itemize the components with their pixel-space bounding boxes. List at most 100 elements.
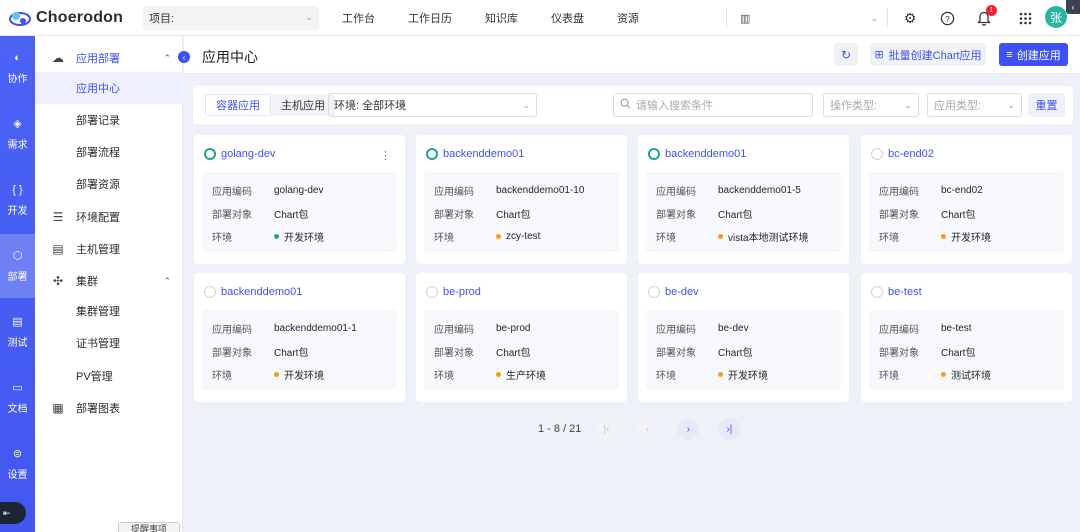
- nav-knowledge[interactable]: 知识库: [485, 10, 518, 26]
- first-page-button[interactable]: |‹: [595, 418, 618, 440]
- app-code: be-dev: [718, 323, 749, 334]
- detail-row-target: 部署对象 Chart包: [656, 344, 752, 359]
- app-card[interactable]: backenddemo01 应用编码 backenddemo01-10 部署对象 Cha…: [416, 135, 627, 264]
- app-card-title[interactable]: bc-end02: [871, 148, 934, 160]
- menu-item-deploy-pipeline[interactable]: 部署流程: [35, 136, 183, 168]
- app-card[interactable]: backenddemo01 应用编码 backenddemo01-1 部署对象 Char…: [194, 273, 405, 402]
- env-status-dot: [274, 234, 279, 239]
- search-input[interactable]: 请输入搜索条件: [613, 93, 813, 117]
- rail-collapse-toggle[interactable]: ⇤: [0, 502, 26, 524]
- app-card-title[interactable]: be-prod: [426, 286, 481, 298]
- app-card-details: 应用编码 backenddemo01-1 部署对象 Chart包 环境 开发环境: [202, 310, 397, 390]
- reminders-tab[interactable]: 提醒事项: [118, 522, 180, 532]
- gear-icon[interactable]: ⚙: [901, 9, 919, 27]
- refresh-icon: ↻: [840, 47, 852, 62]
- menu-item-app-center[interactable]: 应用中心: [35, 72, 183, 104]
- menu-item-pv-mgmt[interactable]: PV管理: [35, 360, 183, 392]
- menu-group-cluster[interactable]: ✣ 集群 ⌃: [35, 265, 183, 297]
- next-page-button[interactable]: ›: [677, 418, 700, 440]
- detail-row-code: 应用编码 be-prod: [434, 321, 530, 336]
- batch-create-label: 批量创建Chart应用: [888, 49, 982, 62]
- avatar[interactable]: 张: [1045, 6, 1067, 28]
- environment-name: 测试环境: [951, 371, 991, 382]
- menu-item-deploy-resources[interactable]: 部署资源: [35, 168, 183, 200]
- project-select[interactable]: 项目: ⌄: [143, 5, 319, 30]
- tab-container-apps[interactable]: 容器应用: [205, 94, 271, 116]
- environment-value: 开发环境: [274, 229, 324, 244]
- environment-name: 开发环境: [951, 233, 991, 244]
- app-card[interactable]: be-prod 应用编码 be-prod 部署对象 Chart包 环境 生产环境: [416, 273, 627, 402]
- chevron-left-icon[interactable]: ‹: [1066, 0, 1080, 14]
- nav-dashboard[interactable]: 仪表盘: [551, 10, 584, 26]
- pagination: 1 - 8 / 21 |‹ ‹ › ›|: [538, 418, 759, 440]
- secondary-menu: ☁ 应用部署 ⌃ 应用中心 部署记录 部署流程 部署资源 ☰ 环境配置 ▤ 主机…: [35, 36, 183, 532]
- environment-value: 开发环境: [718, 367, 768, 382]
- deploy-target: Chart包: [941, 210, 976, 221]
- help-icon[interactable]: ?: [938, 9, 956, 27]
- pagination-range: 1 - 8 / 21: [538, 423, 582, 435]
- app-card[interactable]: be-test 应用编码 be-test 部署对象 Chart包 环境 测试环境: [861, 273, 1072, 402]
- nav-resources[interactable]: 资源: [617, 10, 639, 26]
- app-name: be-test: [888, 286, 922, 298]
- app-card-title[interactable]: golang-dev: [204, 148, 275, 160]
- divider: [887, 8, 888, 28]
- menu-group-app-deploy[interactable]: ☁ 应用部署 ⌃: [35, 42, 183, 74]
- app-card-title[interactable]: be-dev: [648, 286, 699, 298]
- rail-item-test[interactable]: ▤ 测试: [0, 300, 35, 364]
- prev-page-button[interactable]: ‹: [636, 418, 659, 440]
- apps-grid-icon[interactable]: [1016, 9, 1034, 27]
- menu-item-env-config[interactable]: ☰ 环境配置: [35, 201, 183, 233]
- environment-name: 开发环境: [284, 233, 324, 244]
- status-ring-icon: [204, 148, 216, 160]
- batch-create-chart-button[interactable]: ⊞ 批量创建Chart应用: [870, 43, 986, 66]
- app-card[interactable]: backenddemo01 应用编码 backenddemo01-5 部署对象 Char…: [638, 135, 849, 264]
- menu-item-deploy-chart[interactable]: ▦ 部署图表: [35, 392, 183, 424]
- rail-item-deploy[interactable]: ⬡ 部署: [0, 234, 35, 298]
- menu-item-cert-mgmt[interactable]: 证书管理: [35, 327, 183, 359]
- rail-label: 需求: [7, 140, 28, 151]
- menu-item-host-mgmt[interactable]: ▤ 主机管理: [35, 233, 183, 265]
- detail-label: 部署对象: [212, 348, 252, 359]
- env-status-dot: [496, 372, 501, 377]
- top-nav: 工作台 工作日历 知识库 仪表盘 资源: [342, 10, 672, 26]
- reset-button[interactable]: 重置: [1028, 93, 1065, 117]
- app-card[interactable]: bc-end02 应用编码 bc-end02 部署对象 Chart包 环境 开发环境: [861, 135, 1072, 264]
- operation-type-select[interactable]: 操作类型: ⌄: [823, 93, 919, 117]
- brand-logo[interactable]: Choerodon: [0, 8, 140, 28]
- menu-item-cluster-mgmt[interactable]: 集群管理: [35, 295, 183, 327]
- nav-workbench[interactable]: 工作台: [342, 10, 375, 26]
- environment-select[interactable]: 环境: 全部环境 ⌄: [328, 93, 537, 117]
- menu-group-label: 集群: [76, 276, 98, 288]
- rail-label: 部署: [7, 272, 28, 283]
- nav-calendar[interactable]: 工作日历: [408, 10, 452, 26]
- rail-item-collab[interactable]: ◐ 协作: [0, 36, 35, 100]
- app-card[interactable]: be-dev 应用编码 be-dev 部署对象 Chart包 环境 开发环境: [638, 273, 849, 402]
- app-card-title[interactable]: backenddemo01: [648, 148, 746, 160]
- app-card[interactable]: golang-dev ⋮ 应用编码 golang-dev 部署对象 Chart包 环境 开发环…: [194, 135, 405, 264]
- menu-item-deploy-records[interactable]: 部署记录: [35, 104, 183, 136]
- deploy-target: Chart包: [718, 348, 753, 359]
- env-status-dot: [941, 234, 946, 239]
- app-card-title[interactable]: backenddemo01: [204, 286, 302, 298]
- detail-row-env: 环境 zcy-test: [434, 229, 540, 244]
- tab-host-apps[interactable]: 主机应用: [271, 94, 335, 116]
- application-type-select[interactable]: 应用类型: ⌄: [927, 93, 1022, 117]
- rail-item-requirements[interactable]: ◈ 需求: [0, 102, 35, 166]
- app-card-title[interactable]: backenddemo01: [426, 148, 524, 160]
- rail-item-docs[interactable]: ▭ 文档: [0, 366, 35, 430]
- rail-item-develop[interactable]: { } 开发: [0, 168, 35, 232]
- status-ring-icon: [426, 286, 438, 298]
- rail-item-settings[interactable]: ⊜ 设置: [0, 432, 35, 496]
- app-code: backenddemo01-5: [718, 185, 801, 196]
- menu-collapse-button[interactable]: ‹: [178, 51, 190, 63]
- app-card-title[interactable]: be-test: [871, 286, 922, 298]
- create-app-button[interactable]: ≡ 创建应用: [999, 43, 1068, 66]
- app-card-details: 应用编码 be-prod 部署对象 Chart包 环境 生产环境: [424, 310, 619, 390]
- detail-label: 环境: [434, 233, 454, 244]
- org-select[interactable]: ▥ ⌄: [740, 8, 878, 28]
- more-vertical-icon[interactable]: ⋮: [380, 149, 391, 162]
- menu-label: 环境配置: [76, 212, 120, 224]
- sliders-icon: ☰: [52, 210, 64, 224]
- refresh-button[interactable]: ↻: [834, 43, 858, 66]
- last-page-button[interactable]: ›|: [718, 418, 741, 440]
